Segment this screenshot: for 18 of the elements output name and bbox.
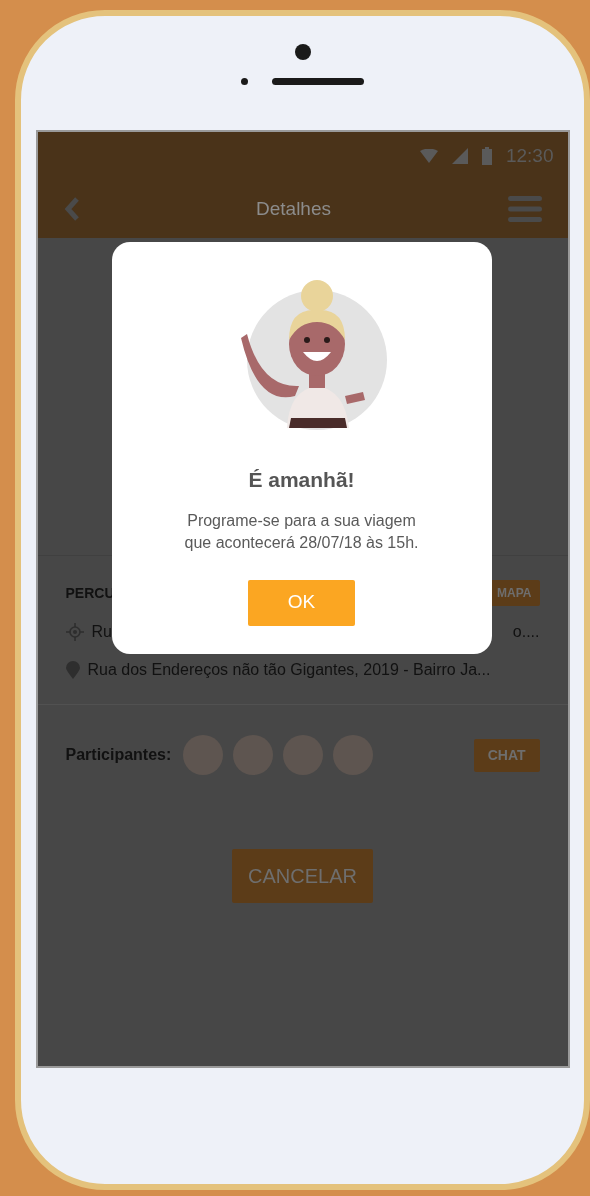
location-target-icon — [65, 623, 84, 641]
dialog-message: que acontecerá 28/07/18 às 15h. — [184, 532, 419, 553]
toolbar-title: Detalhes — [256, 196, 331, 221]
ok-button[interactable]: OK — [248, 579, 355, 626]
battery-icon — [481, 147, 492, 165]
signal-icon — [451, 148, 468, 164]
camera-icon — [294, 44, 311, 60]
sensor-icon — [241, 78, 248, 85]
chat-button[interactable]: CHAT — [473, 738, 540, 772]
map-pin-icon — [65, 661, 80, 679]
wifi-icon — [419, 149, 438, 163]
map-button[interactable]: MAPA — [489, 580, 540, 606]
dialog-message: Programe-se para a sua viagem — [187, 510, 416, 531]
menu-icon[interactable] — [507, 196, 542, 222]
back-icon[interactable] — [63, 197, 80, 221]
dialog-title: É amanhã! — [248, 467, 355, 493]
status-time: 12:30 — [505, 143, 554, 168]
cancel-button[interactable]: CANCELAR — [232, 849, 373, 903]
